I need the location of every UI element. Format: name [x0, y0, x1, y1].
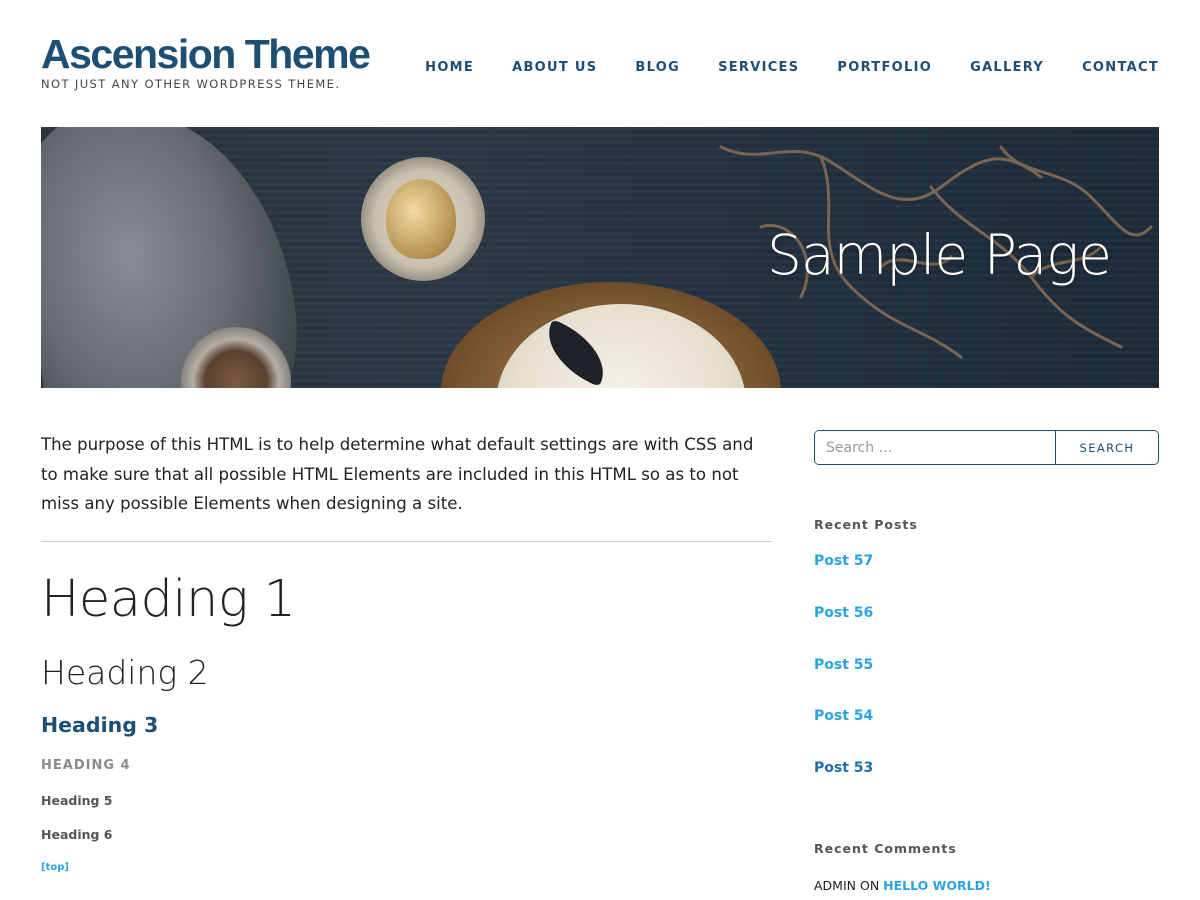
- nav-item-services[interactable]: Services: [718, 60, 799, 75]
- recent-posts-title: Recent Posts: [814, 517, 918, 532]
- main-navigation: Home About Us Blog Services Portfolio Ga…: [425, 60, 1159, 75]
- search-input[interactable]: [815, 431, 1055, 464]
- nav-item-gallery[interactable]: Gallery: [970, 60, 1044, 75]
- comment-on-text: on: [859, 877, 880, 893]
- recent-post-link[interactable]: Post 54: [814, 708, 873, 724]
- hero-pear-image: [386, 179, 456, 259]
- comment-post-link[interactable]: Hello world!: [883, 878, 991, 893]
- recent-comments-title: Recent Comments: [814, 840, 957, 856]
- horizontal-rule: [41, 540, 772, 542]
- recent-post-link[interactable]: Post 57: [814, 553, 873, 569]
- site-tagline: Not just any other WordPress Theme.: [41, 77, 341, 91]
- hero-banner: Sample Page: [41, 127, 1159, 388]
- nav-item-home[interactable]: Home: [425, 60, 474, 75]
- site-title[interactable]: Ascension Theme: [41, 31, 371, 77]
- list-item: Post 57: [814, 550, 1159, 602]
- list-item: Post 54: [814, 705, 1159, 757]
- page-title: Sample Page: [767, 223, 1112, 287]
- heading-4: Heading 4: [41, 757, 131, 773]
- search-form: Search: [814, 430, 1159, 465]
- recent-posts-list: Post 57 Post 56 Post 55 Post 54 Post 53: [814, 550, 1159, 809]
- intro-paragraph: The purpose of this HTML is to help dete…: [41, 435, 754, 513]
- sidebar: Search Recent Posts Post 57 Post 56 Post…: [814, 430, 1159, 893]
- list-item: Post 56: [814, 602, 1159, 654]
- main-content: The purpose of this HTML is to help dete…: [41, 430, 772, 874]
- heading-6: Heading 6: [41, 826, 113, 842]
- list-item: Post 55: [814, 654, 1159, 706]
- list-item: Post 53: [814, 757, 1159, 809]
- comment-author: admin: [814, 877, 856, 893]
- heading-1: Heading 1: [41, 569, 296, 629]
- nav-item-contact[interactable]: Contact: [1082, 60, 1159, 75]
- recent-post-link[interactable]: Post 56: [814, 605, 873, 621]
- nav-item-portfolio[interactable]: Portfolio: [837, 60, 932, 75]
- heading-2: Heading 2: [41, 652, 209, 692]
- recent-post-link[interactable]: Post 55: [814, 657, 873, 673]
- recent-post-link[interactable]: Post 53: [814, 760, 873, 776]
- search-button[interactable]: Search: [1055, 431, 1158, 464]
- nav-item-blog[interactable]: Blog: [635, 60, 680, 75]
- heading-5: Heading 5: [41, 792, 113, 808]
- heading-3: Heading 3: [41, 712, 159, 737]
- back-to-top-link[interactable]: [top]: [41, 862, 69, 873]
- recent-comment-item: admin on Hello world!: [814, 878, 1159, 893]
- nav-item-about-us[interactable]: About Us: [512, 60, 597, 75]
